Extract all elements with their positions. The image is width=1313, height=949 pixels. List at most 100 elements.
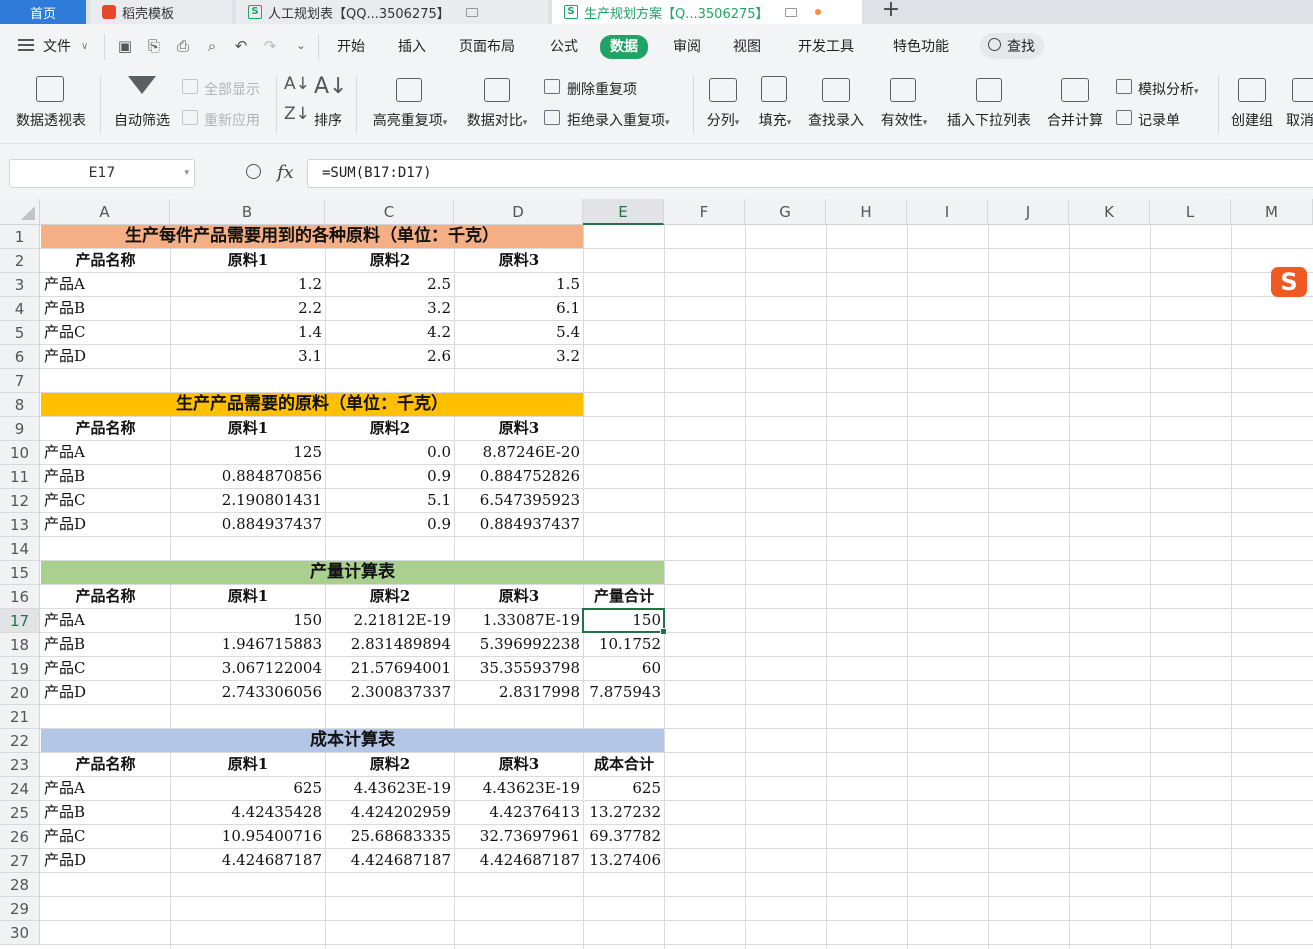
- row-header-11[interactable]: 11: [0, 465, 40, 489]
- value-cell[interactable]: 5.396992238: [455, 633, 583, 656]
- column-header-a[interactable]: A: [40, 199, 170, 225]
- value-cell[interactable]: 150: [171, 609, 325, 632]
- column-header-b[interactable]: B: [170, 199, 325, 225]
- row-header-23[interactable]: 23: [0, 753, 40, 777]
- sort-asc-icon[interactable]: A↓: [284, 74, 310, 94]
- product-name-cell[interactable]: 产品B: [41, 465, 170, 488]
- value-cell[interactable]: 0.884937437: [455, 513, 583, 536]
- row-header-5[interactable]: 5: [0, 321, 40, 345]
- value-cell[interactable]: 4.42435428: [171, 801, 325, 824]
- row-header-8[interactable]: 8: [0, 393, 40, 417]
- validity-button[interactable]: 有效性▾: [874, 74, 934, 134]
- section-title-s1[interactable]: 生产每件产品需要用到的各种原料（单位：千克）: [41, 225, 583, 248]
- column-header-d[interactable]: D: [454, 199, 583, 225]
- value-cell[interactable]: 2.21812E-19: [326, 609, 454, 632]
- table-header-cell[interactable]: 原料2: [326, 417, 454, 440]
- row-header-9[interactable]: 9: [0, 417, 40, 441]
- column-header-e[interactable]: E: [583, 199, 664, 225]
- value-cell[interactable]: 1.5: [455, 273, 583, 296]
- value-cell[interactable]: 2.5: [326, 273, 454, 296]
- product-name-cell[interactable]: 产品A: [41, 777, 170, 800]
- insert-dropdown-list-button[interactable]: 插入下拉列表: [940, 74, 1038, 134]
- fill-button[interactable]: 填充▾: [752, 74, 798, 134]
- value-cell[interactable]: 6.547395923: [455, 489, 583, 512]
- row-header-19[interactable]: 19: [0, 657, 40, 681]
- value-cell[interactable]: 3.2: [326, 297, 454, 320]
- zoom-icon[interactable]: [246, 164, 261, 179]
- split-column-button[interactable]: 分列▾: [700, 74, 746, 134]
- row-header-12[interactable]: 12: [0, 489, 40, 513]
- menu-home[interactable]: 开始: [337, 36, 365, 58]
- row-header-4[interactable]: 4: [0, 297, 40, 321]
- tab-file-1[interactable]: S 人工规划表【QQ...3506275】: [236, 0, 548, 24]
- product-name-cell[interactable]: 产品D: [41, 681, 170, 704]
- table-header-cell[interactable]: 原料1: [171, 249, 325, 272]
- table-header-cell[interactable]: 产品名称: [41, 585, 170, 608]
- product-name-cell[interactable]: 产品A: [41, 273, 170, 296]
- product-name-cell[interactable]: 产品B: [41, 633, 170, 656]
- value-cell[interactable]: 625: [584, 777, 664, 800]
- sogou-ime-icon[interactable]: S: [1271, 267, 1307, 297]
- consolidate-button[interactable]: 合并计算: [1042, 74, 1108, 134]
- product-name-cell[interactable]: 产品C: [41, 825, 170, 848]
- product-name-cell[interactable]: 产品C: [41, 489, 170, 512]
- value-cell[interactable]: 625: [171, 777, 325, 800]
- table-header-cell[interactable]: 原料3: [455, 249, 583, 272]
- highlight-duplicates-button[interactable]: 高亮重复项▾: [364, 74, 456, 134]
- what-if-analysis-button[interactable]: 模拟分析▾: [1138, 79, 1199, 99]
- fx-icon[interactable]: fx: [277, 162, 294, 183]
- column-header-j[interactable]: J: [988, 199, 1069, 225]
- value-cell[interactable]: 3.1: [171, 345, 325, 368]
- row-header-21[interactable]: 21: [0, 705, 40, 729]
- value-cell[interactable]: 25.68683335: [326, 825, 454, 848]
- value-cell[interactable]: 4.43623E-19: [326, 777, 454, 800]
- value-cell[interactable]: 10.95400716: [171, 825, 325, 848]
- table-header-cell[interactable]: 产品名称: [41, 753, 170, 776]
- add-tab-button[interactable]: +: [876, 0, 906, 24]
- product-name-cell[interactable]: 产品A: [41, 441, 170, 464]
- value-cell[interactable]: 2.2: [171, 297, 325, 320]
- row-header-14[interactable]: 14: [0, 537, 40, 561]
- value-cell[interactable]: 3.067122004: [171, 657, 325, 680]
- row-header-16[interactable]: 16: [0, 585, 40, 609]
- column-header-k[interactable]: K: [1069, 199, 1150, 225]
- value-cell[interactable]: 5.1: [326, 489, 454, 512]
- value-cell[interactable]: 0.0: [326, 441, 454, 464]
- monitor-icon[interactable]: [784, 7, 797, 17]
- value-cell[interactable]: 13.27232: [584, 801, 664, 824]
- tab-file-2[interactable]: S 生产规划方案【Q...3506275】: [552, 0, 862, 24]
- row-header-29[interactable]: 29: [0, 897, 40, 921]
- value-cell[interactable]: 32.73697961: [455, 825, 583, 848]
- value-cell[interactable]: 60: [584, 657, 664, 680]
- search-button[interactable]: 查找: [980, 33, 1044, 59]
- table-header-cell[interactable]: 成本合计: [584, 753, 664, 776]
- value-cell[interactable]: 0.884870856: [171, 465, 325, 488]
- row-header-13[interactable]: 13: [0, 513, 40, 537]
- row-header-22[interactable]: 22: [0, 729, 40, 753]
- sort-button[interactable]: A↓ 排序: [310, 74, 350, 134]
- value-cell[interactable]: 7.875943: [584, 681, 664, 704]
- column-header-l[interactable]: L: [1150, 199, 1231, 225]
- table-header-cell[interactable]: 原料2: [326, 249, 454, 272]
- menu-page-layout[interactable]: 页面布局: [459, 36, 515, 58]
- value-cell[interactable]: 4.424687187: [326, 849, 454, 872]
- table-header-cell[interactable]: 原料2: [326, 585, 454, 608]
- product-name-cell[interactable]: 产品C: [41, 657, 170, 680]
- value-cell[interactable]: 4.424687187: [171, 849, 325, 872]
- product-name-cell[interactable]: 产品D: [41, 513, 170, 536]
- selected-cell-outline[interactable]: [582, 608, 667, 635]
- value-cell[interactable]: 6.1: [455, 297, 583, 320]
- section-title-s3[interactable]: 产量计算表: [41, 561, 664, 584]
- table-header-cell[interactable]: 原料2: [326, 753, 454, 776]
- value-cell[interactable]: 1.946715883: [171, 633, 325, 656]
- table-header-cell[interactable]: 原料3: [455, 753, 583, 776]
- value-cell[interactable]: 2.831489894: [326, 633, 454, 656]
- value-cell[interactable]: 35.35593798: [455, 657, 583, 680]
- ungroup-button[interactable]: 取消: [1284, 74, 1313, 134]
- data-compare-button[interactable]: 数据对比▾: [462, 74, 532, 134]
- row-header-28[interactable]: 28: [0, 873, 40, 897]
- row-header-27[interactable]: 27: [0, 849, 40, 873]
- export-icon[interactable]: ⎘: [145, 38, 163, 54]
- value-cell[interactable]: 4.43623E-19: [455, 777, 583, 800]
- row-header-20[interactable]: 20: [0, 681, 40, 705]
